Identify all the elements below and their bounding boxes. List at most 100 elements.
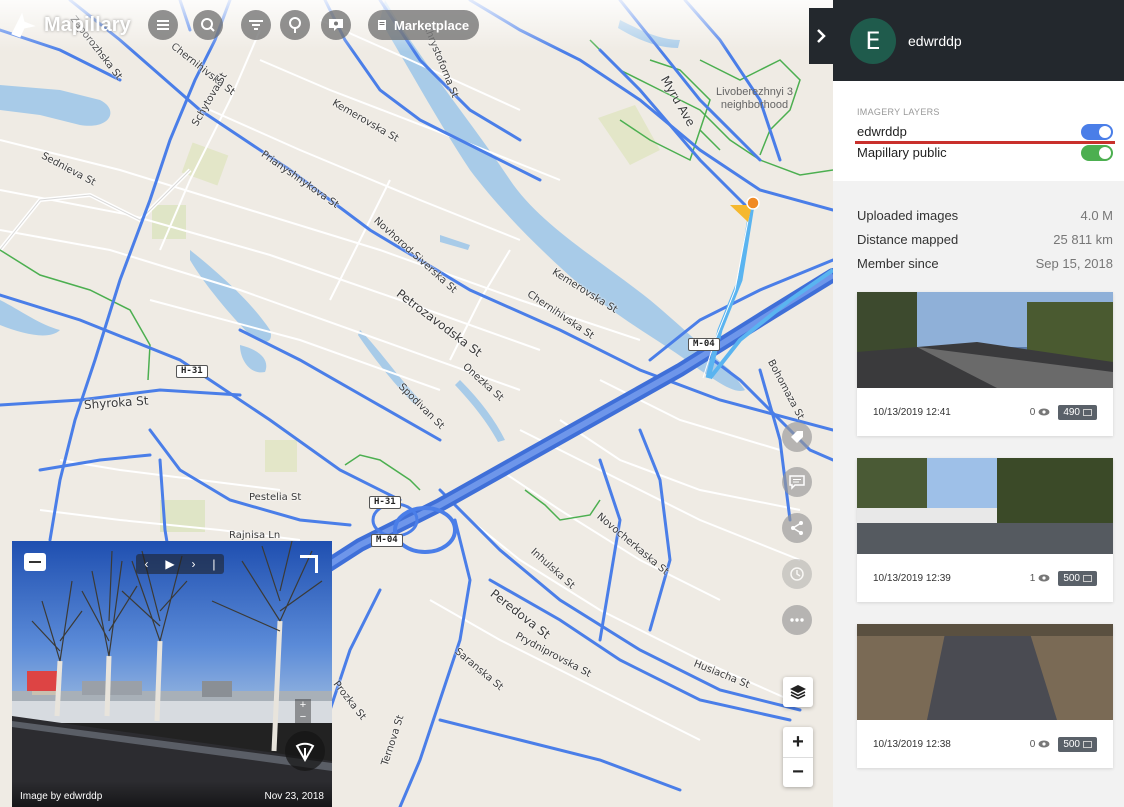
image-icon	[1083, 740, 1092, 748]
layer-row: edwrddp	[857, 121, 1113, 142]
stat-row: Uploaded images 4.0 M	[857, 208, 1113, 232]
highway-shield: H-31	[369, 496, 401, 509]
sequence-thumbnail[interactable]	[857, 292, 1113, 388]
history-button[interactable]	[782, 559, 812, 589]
image-icon	[1083, 574, 1092, 582]
nav-divider: |	[212, 557, 216, 571]
eye-icon	[1038, 408, 1050, 416]
eye-icon	[1038, 740, 1050, 748]
sequence-date: 10/13/2019 12:38	[873, 738, 951, 750]
highway-shield: M-04	[688, 338, 720, 351]
tag-icon	[791, 431, 803, 443]
expand-viewer-button[interactable]	[300, 555, 318, 573]
stat-value: 4.0 M	[1080, 208, 1113, 223]
filter-icon	[249, 20, 263, 30]
image-count-badge: 490	[1058, 404, 1097, 420]
stat-row: Distance mapped 25 811 km	[857, 232, 1113, 256]
zoom-in-button[interactable]: +	[783, 727, 813, 757]
map-features-icon	[329, 19, 343, 31]
sequence-thumbnail[interactable]	[857, 458, 1113, 554]
compass-icon	[295, 742, 315, 762]
menu-button[interactable]	[148, 10, 178, 40]
layer-toggle[interactable]	[1081, 144, 1113, 161]
user-stats: Uploaded images 4.0 M Distance mapped 25…	[833, 181, 1124, 292]
search-button[interactable]	[193, 10, 223, 40]
image-count: 490	[1063, 406, 1080, 418]
view-count-value: 0	[1029, 738, 1036, 750]
sequence-card[interactable]: 10/13/2019 12:39 1 500	[857, 458, 1113, 602]
traffic-sign-icon	[289, 17, 301, 33]
sequence-card[interactable]: 10/13/2019 12:41 0 490	[857, 292, 1113, 436]
traffic-sign-button[interactable]	[280, 10, 310, 40]
next-image-button[interactable]: ›	[192, 557, 196, 571]
stat-value: 25 811 km	[1053, 232, 1113, 247]
play-button[interactable]: ▶	[165, 557, 174, 571]
tag-button[interactable]	[782, 422, 812, 452]
sequence-date: 10/13/2019 12:41	[873, 406, 951, 418]
layer-toggle[interactable]	[1081, 123, 1113, 140]
minus-icon	[29, 561, 41, 563]
clock-icon	[790, 567, 804, 581]
collapse-sidebar-button[interactable]	[809, 8, 833, 64]
mapillary-logo-icon	[11, 12, 36, 38]
neighborhood-label: Livoberezhnyi 3 neighborhood	[715, 86, 794, 111]
comment-icon	[789, 475, 805, 490]
image-viewer[interactable]: ‹ ▶ › | + − Image by edwrddp Nov 23, 2018	[12, 541, 332, 807]
view-count: 1	[1030, 573, 1051, 584]
compass-button[interactable]	[285, 731, 325, 771]
stat-label: Uploaded images	[857, 208, 959, 223]
zoom-controls: + −	[783, 727, 813, 787]
highway-shield: M-04	[371, 534, 403, 547]
viewer-footer: Image by edwrddp Nov 23, 2018	[12, 781, 332, 807]
chevron-right-icon	[817, 29, 826, 43]
hamburger-icon	[157, 20, 169, 30]
street-label: Rajnisa Ln	[229, 530, 281, 541]
sequence-meta: 10/13/2019 12:39 1 500	[857, 554, 1113, 602]
sequence-thumbnail[interactable]	[857, 624, 1113, 720]
avatar[interactable]: E	[850, 17, 896, 64]
eye-icon	[1038, 574, 1050, 582]
imagery-layers-title: IMAGERY LAYERS	[857, 107, 940, 117]
share-icon	[791, 521, 803, 535]
view-count-value: 1	[1029, 572, 1036, 584]
sequence-meta: 10/13/2019 12:38 0 500	[857, 720, 1113, 768]
previous-image-button[interactable]: ‹	[144, 557, 148, 571]
layer-row: Mapillary public	[857, 142, 1113, 163]
layer-label: Mapillary public	[857, 145, 947, 160]
stat-label: Distance mapped	[857, 232, 959, 247]
zoom-out-button[interactable]: −	[783, 757, 813, 787]
layer-label: edwrddp	[857, 124, 907, 139]
more-dots-icon	[790, 618, 804, 622]
search-icon	[201, 18, 215, 32]
more-options-button[interactable]	[782, 605, 812, 635]
app-name: Mapillary	[44, 13, 131, 36]
highlight-underline	[855, 141, 1115, 144]
username[interactable]: edwrddp	[908, 33, 962, 49]
app-logo[interactable]: Mapillary	[8, 10, 131, 40]
sequence-nav: ‹ ▶ › |	[136, 554, 224, 574]
street-photo[interactable]	[12, 541, 332, 807]
marketplace-label: Marketplace	[394, 17, 470, 33]
minimize-viewer-button[interactable]	[24, 553, 46, 571]
filter-button[interactable]	[241, 10, 271, 40]
image-count: 500	[1063, 738, 1080, 750]
image-date: Nov 23, 2018	[264, 791, 325, 802]
highway-shield: H-31	[176, 365, 208, 378]
stat-value: Sep 15, 2018	[1035, 256, 1113, 271]
view-count-value: 0	[1029, 406, 1036, 418]
image-count: 500	[1063, 572, 1080, 584]
sequence-date: 10/13/2019 12:39	[873, 572, 951, 584]
stat-label: Member since	[857, 256, 939, 271]
sequence-meta: 10/13/2019 12:41 0 490	[857, 388, 1113, 436]
viewer-zoom-controls[interactable]: + −	[295, 699, 311, 723]
sequence-card[interactable]: 10/13/2019 12:38 0 500	[857, 624, 1113, 768]
image-icon	[1083, 408, 1092, 416]
marketplace-button[interactable]: Marketplace	[368, 10, 480, 40]
layers-button[interactable]	[783, 677, 813, 707]
comment-button[interactable]	[782, 467, 812, 497]
image-credit[interactable]: Image by edwrddp	[20, 791, 102, 802]
map-features-button[interactable]	[321, 10, 351, 40]
image-count-badge: 500	[1058, 570, 1097, 586]
imagery-layers-panel: IMAGERY LAYERS edwrddp Mapillary public	[833, 81, 1124, 181]
share-button[interactable]	[782, 513, 812, 543]
